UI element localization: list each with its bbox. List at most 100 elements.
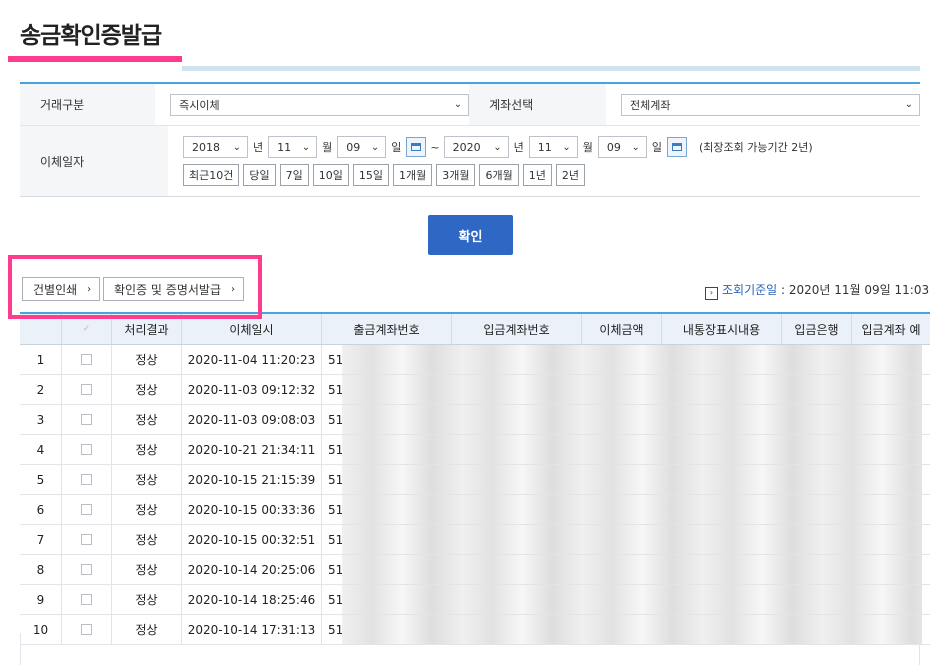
row-checkbox[interactable] (62, 525, 112, 554)
range-tilde: ~ (430, 140, 440, 154)
checkbox-icon (81, 504, 92, 515)
trade-type-select[interactable]: 즉시이체 ⌄ (170, 93, 470, 116)
print-each-button[interactable]: 건별인쇄 › (22, 277, 101, 301)
chevron-down-icon: ⌄ (631, 141, 640, 153)
reference-date-value: : 2020년 11월 09일 11:03 (777, 283, 930, 297)
row-checkbox[interactable] (62, 495, 112, 524)
quick-range-1m[interactable]: 1개월 (392, 164, 433, 186)
row-account: 51 (328, 562, 342, 577)
end-month-select[interactable]: 11 ⌄ (528, 136, 578, 158)
row-status: 정상 (112, 435, 182, 464)
table-row[interactable]: 7 정상 2020-10-15 00:32:51 51 (20, 525, 930, 555)
table-row[interactable]: 3 정상 2020-11-03 09:08:03 51 (20, 405, 930, 435)
checkbox-icon (81, 534, 92, 545)
start-year-select[interactable]: 2018 ⌄ (183, 136, 248, 158)
table-row[interactable]: 8 정상 2020-10-14 20:25:06 51 (20, 555, 930, 585)
start-month-select[interactable]: 11 ⌄ (268, 136, 318, 158)
col-number (20, 314, 62, 344)
day-unit: 일 (651, 141, 662, 154)
checkbox-icon (81, 444, 92, 455)
table-row[interactable]: 5 정상 2020-10-15 21:15:39 51 (20, 465, 930, 495)
day-unit: 일 (391, 141, 402, 154)
end-year-value: 2020 (452, 140, 481, 154)
row-status: 정상 (112, 465, 182, 494)
quick-range-today[interactable]: 당일 (243, 164, 276, 186)
chevron-right-icon: › (231, 283, 235, 295)
quick-range-6m[interactable]: 6개월 (479, 164, 519, 186)
table-header: ✓ 처리결과 이체일시 출금계좌번호 입금계좌번호 이체금액 내통장표시내용 입… (20, 314, 930, 345)
page-title: 송금확인증발급 (20, 23, 162, 49)
row-checkbox[interactable] (62, 585, 112, 614)
redacted-area (342, 585, 922, 614)
table-row[interactable]: 4 정상 2020-10-21 21:34:11 51 (20, 435, 930, 465)
row-status: 정상 (112, 375, 182, 404)
quick-range-2y[interactable]: 2년 (555, 164, 585, 186)
quick-range-1y[interactable]: 1년 (522, 164, 552, 186)
redacted-area (342, 495, 922, 524)
row-status: 정상 (112, 525, 182, 554)
row-checkbox[interactable] (62, 465, 112, 494)
table-row[interactable]: 1 정상 2020-11-04 11:20:23 51 (20, 345, 930, 375)
checkbox-icon (81, 354, 92, 365)
quick-range-7d[interactable]: 7일 (279, 164, 309, 186)
row-datetime: 2020-11-03 09:08:03 (182, 405, 322, 434)
row-status: 정상 (112, 495, 182, 524)
row-checkbox[interactable] (62, 435, 112, 464)
quick-range-3m[interactable]: 3개월 (436, 164, 476, 186)
row-datetime: 2020-10-15 21:15:39 (182, 465, 322, 494)
end-year-select[interactable]: 2020 ⌄ (443, 136, 509, 158)
calendar-icon[interactable] (406, 137, 427, 157)
chevron-down-icon: ⌄ (493, 141, 502, 153)
title-underline (8, 56, 182, 62)
row-account: 51 (328, 412, 342, 427)
confirm-button[interactable]: 확인 (428, 215, 513, 255)
table-row[interactable]: 6 정상 2020-10-15 00:33:36 51 (20, 495, 930, 525)
col-memo: 내통장표시내용 (662, 314, 782, 344)
row-number: 8 (20, 555, 62, 584)
quick-range-15d[interactable]: 15일 (352, 164, 389, 186)
row-number: 2 (20, 375, 62, 404)
row-checkbox[interactable] (62, 375, 112, 404)
checkbox-icon (81, 384, 92, 395)
row-checkbox[interactable] (62, 555, 112, 584)
account-select[interactable]: 전체계좌 ⌄ (621, 93, 920, 116)
row-datetime: 2020-11-03 09:12:32 (182, 375, 322, 404)
start-day-value: 09 (346, 140, 361, 154)
checkbox-icon (81, 564, 92, 575)
redacted-area (342, 555, 922, 584)
end-day-select[interactable]: 09 ⌄ (597, 136, 647, 158)
row-checkbox[interactable] (62, 345, 112, 374)
redacted-area (342, 405, 922, 434)
max-period-note: (최장조회 가능기간 2년) (698, 141, 813, 154)
redacted-area (342, 375, 922, 404)
start-day-select[interactable]: 09 ⌄ (337, 136, 387, 158)
calendar-icon[interactable] (666, 137, 687, 157)
redacted-area (342, 345, 922, 374)
row-datetime: 2020-10-14 20:25:06 (182, 555, 322, 584)
row-account: 51 (328, 532, 342, 547)
chevron-down-icon: ⌄ (562, 141, 571, 153)
trade-type-value: 즉시이체 (179, 98, 220, 112)
row-account: 51 (328, 502, 342, 517)
start-year-value: 2018 (192, 140, 220, 154)
account-select-label: 계좌선택 (469, 84, 606, 125)
row-checkbox[interactable] (62, 405, 112, 434)
chevron-down-icon: ⌄ (232, 141, 241, 153)
redacted-area (342, 525, 922, 554)
table-row[interactable]: 2 정상 2020-11-03 09:12:32 51 (20, 375, 930, 405)
table-row[interactable]: 9 정상 2020-10-14 18:25:46 51 (20, 585, 930, 615)
row-number: 1 (20, 345, 62, 374)
arrow-right-box-icon: › (705, 287, 718, 300)
check-icon: ✓ (82, 324, 91, 334)
issue-certificate-button[interactable]: 확인증 및 증명서발급 › (103, 277, 244, 301)
col-withdraw-account: 출금계좌번호 (322, 314, 452, 344)
quick-range-recent10[interactable]: 최근10건 (183, 164, 240, 186)
chevron-right-icon: › (87, 283, 92, 295)
row-status: 정상 (112, 345, 182, 374)
row-number: 3 (20, 405, 62, 434)
quick-range-10d[interactable]: 10일 (312, 164, 349, 186)
col-select-all[interactable]: ✓ (62, 314, 112, 344)
chevron-down-icon: ⌄ (453, 99, 463, 110)
account-value: 전체계좌 (630, 98, 671, 112)
row-datetime: 2020-10-14 18:25:46 (182, 585, 322, 614)
